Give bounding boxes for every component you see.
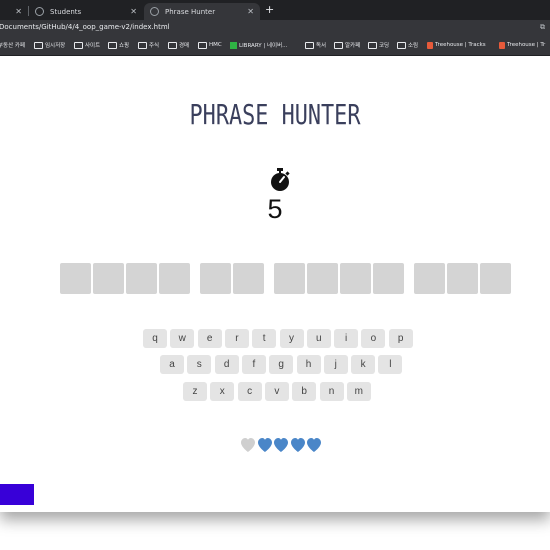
bookmark-item[interactable]: 부동산 카페 bbox=[0, 40, 25, 50]
letter-tile bbox=[233, 263, 264, 294]
key-p[interactable]: p bbox=[388, 329, 413, 348]
letter-tile bbox=[373, 263, 404, 294]
bookmark-item[interactable]: 알카페 bbox=[334, 40, 360, 50]
letter-tile bbox=[274, 263, 305, 294]
folder-icon bbox=[108, 41, 117, 49]
key-q[interactable]: q bbox=[143, 329, 167, 348]
bookmark-item[interactable]: 쇼핑 bbox=[108, 40, 129, 50]
key-n[interactable]: n bbox=[319, 382, 344, 401]
key-d[interactable]: d bbox=[214, 355, 239, 374]
folder-icon bbox=[334, 41, 343, 49]
key-g[interactable]: g bbox=[269, 355, 294, 374]
url-text[interactable]: Documents/GitHub/4/4_oop_game-v2/index.h… bbox=[0, 20, 170, 35]
translate-icon[interactable]: ⧉ bbox=[540, 20, 545, 35]
bookmark-item[interactable]: 소림 bbox=[397, 40, 418, 50]
globe-icon bbox=[150, 7, 159, 16]
key-o[interactable]: o bbox=[361, 329, 386, 348]
treehouse-icon bbox=[427, 41, 433, 49]
tab-label: Students bbox=[50, 7, 82, 16]
letter-tile bbox=[200, 263, 231, 294]
bookmark-item[interactable]: HMC bbox=[198, 40, 222, 50]
key-z[interactable]: z bbox=[183, 382, 207, 401]
key-l[interactable]: l bbox=[378, 355, 403, 374]
heart-icon bbox=[290, 438, 305, 452]
tab-previous[interactable]: ✕ bbox=[0, 3, 28, 20]
folder-icon bbox=[168, 41, 177, 49]
key-y[interactable]: y bbox=[279, 329, 304, 348]
letter-tile bbox=[447, 263, 478, 294]
folder-icon bbox=[368, 41, 377, 49]
key-c[interactable]: c bbox=[237, 382, 262, 401]
tab-strip: ✕ Students ✕ Phrase Hunter ✕ + bbox=[0, 0, 550, 20]
key-h[interactable]: h bbox=[296, 355, 321, 374]
key-s[interactable]: s bbox=[187, 355, 212, 374]
key-t[interactable]: t bbox=[252, 329, 277, 348]
folder-icon bbox=[198, 41, 207, 49]
page-title: PHRASE HUNTER bbox=[189, 98, 361, 131]
key-j[interactable]: j bbox=[323, 355, 348, 374]
key-i[interactable]: i bbox=[334, 329, 359, 348]
key-x[interactable]: x bbox=[210, 382, 235, 401]
heart-icon bbox=[307, 438, 321, 452]
letter-tile bbox=[60, 263, 91, 294]
heart-icon bbox=[274, 438, 288, 452]
address-bar[interactable]: Documents/GitHub/4/4_oop_game-v2/index.h… bbox=[0, 20, 550, 35]
folder-icon bbox=[305, 41, 314, 49]
game-page: PHRASE HUNTER 5 qwertyuiop asdfghjkl zxcvb… bbox=[0, 56, 550, 512]
folder-icon bbox=[34, 41, 43, 49]
close-icon[interactable]: ✕ bbox=[130, 7, 137, 16]
key-b[interactable]: b bbox=[292, 382, 317, 401]
key-r[interactable]: r bbox=[224, 329, 249, 348]
bookmarks-bar: 부동산 카페 임시저장 사이트 쇼핑 주식 경매 HMC LIBRARY | 네… bbox=[0, 35, 550, 56]
bookmark-item[interactable]: 코딩 bbox=[368, 40, 389, 50]
bookmark-item[interactable]: Treehouse | Tr bbox=[499, 40, 545, 50]
key-m[interactable]: m bbox=[346, 382, 371, 401]
folder-icon bbox=[74, 41, 83, 49]
bookmark-item[interactable]: Treehouse | Tracks bbox=[427, 40, 486, 50]
naver-library-icon bbox=[230, 41, 237, 49]
accent-bar bbox=[0, 484, 34, 505]
bookmark-item[interactable]: 임시저장 bbox=[34, 40, 65, 50]
close-icon[interactable]: ✕ bbox=[15, 7, 22, 16]
letter-tile bbox=[307, 263, 338, 294]
bookmark-item[interactable]: 독서 bbox=[305, 40, 326, 50]
treehouse-icon bbox=[499, 41, 505, 49]
bookmark-item[interactable]: 경매 bbox=[168, 40, 189, 50]
tab-students[interactable]: Students ✕ bbox=[29, 3, 143, 20]
key-e[interactable]: e bbox=[197, 329, 222, 348]
heart-lost-icon bbox=[241, 438, 255, 452]
key-a[interactable]: a bbox=[160, 355, 184, 374]
bookmark-item[interactable]: LIBRARY | 네이버... bbox=[230, 40, 287, 50]
bookmark-item[interactable]: 사이트 bbox=[74, 40, 100, 50]
letter-tile bbox=[126, 263, 157, 294]
letter-tile bbox=[480, 263, 511, 294]
key-f[interactable]: f bbox=[241, 355, 266, 374]
globe-icon bbox=[35, 7, 44, 16]
bookmark-item[interactable]: 주식 bbox=[138, 40, 159, 50]
letter-tile bbox=[159, 263, 190, 294]
folder-icon bbox=[138, 41, 147, 49]
letter-tile bbox=[93, 263, 124, 294]
new-tab-button[interactable]: + bbox=[265, 3, 274, 16]
letter-tile bbox=[340, 263, 371, 294]
stopwatch-icon bbox=[271, 168, 290, 191]
close-icon[interactable]: ✕ bbox=[247, 7, 254, 16]
key-v[interactable]: v bbox=[264, 382, 289, 401]
browser-window: ✕ Students ✕ Phrase Hunter ✕ + Documents… bbox=[0, 0, 550, 512]
timer-value: 5 bbox=[267, 194, 283, 224]
heart-icon bbox=[257, 438, 272, 452]
key-k[interactable]: k bbox=[351, 355, 376, 374]
folder-icon bbox=[397, 41, 406, 49]
tab-label: Phrase Hunter bbox=[165, 7, 216, 16]
key-u[interactable]: u bbox=[306, 329, 331, 348]
letter-tile bbox=[414, 263, 445, 294]
tab-phrase-hunter[interactable]: Phrase Hunter ✕ bbox=[144, 3, 260, 20]
key-w[interactable]: w bbox=[170, 329, 195, 348]
